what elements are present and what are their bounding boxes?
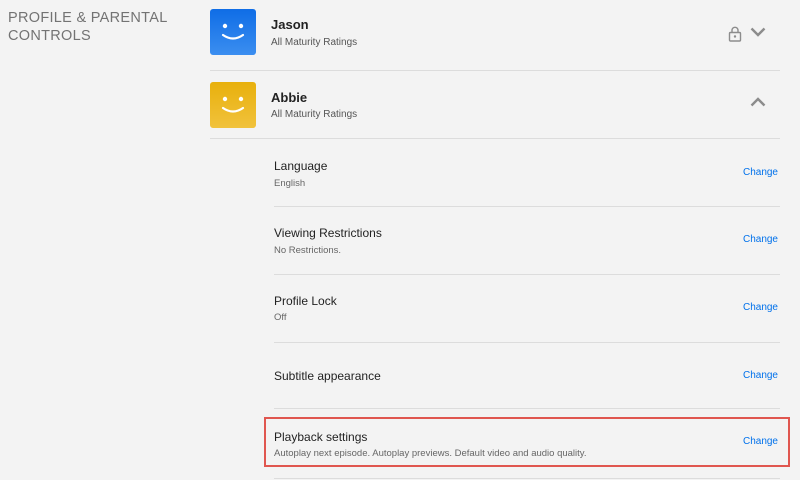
profile-name: Jason [271, 17, 309, 32]
setting-label: Viewing Restrictions [274, 226, 382, 240]
setting-value: Autoplay next episode. Autoplay previews… [274, 448, 587, 459]
setting-label: Language [274, 159, 328, 173]
change-playback-settings-link[interactable]: Change [743, 436, 778, 447]
section-title: PROFILE & PARENTAL CONTROLS [8, 10, 168, 44]
chevron-down-icon[interactable] [750, 26, 766, 38]
profile-row-abbie[interactable]: Abbie All Maturity Ratings [210, 71, 780, 139]
smiley-face-icon [221, 23, 245, 40]
divider [274, 478, 780, 479]
smiley-face-icon [221, 96, 245, 113]
setting-label: Playback settings [274, 430, 368, 444]
profile-row-jason[interactable]: Jason All Maturity Ratings [210, 0, 780, 71]
setting-row-viewing-restrictions: Viewing Restrictions No Restrictions. Ch… [274, 207, 780, 275]
profiles-panel: Jason All Maturity Ratings Abbie All Mat… [210, 0, 780, 480]
setting-label: Subtitle appearance [274, 369, 381, 383]
change-subtitle-appearance-link[interactable]: Change [743, 370, 778, 381]
avatar [210, 9, 256, 55]
setting-row-playback-settings: Playback settings Autoplay next episode.… [274, 409, 780, 477]
setting-row-profile-lock: Profile Lock Off Change [274, 275, 780, 343]
setting-value: English [274, 178, 306, 189]
change-profile-lock-link[interactable]: Change [743, 302, 778, 313]
setting-value: Off [274, 312, 287, 323]
lock-icon [728, 26, 742, 42]
change-viewing-restrictions-link[interactable]: Change [743, 234, 778, 245]
profile-name: Abbie [271, 90, 308, 105]
profile-maturity: All Maturity Ratings [271, 109, 358, 120]
setting-value: No Restrictions. [274, 245, 342, 256]
chevron-up-icon[interactable] [750, 96, 766, 108]
setting-row-subtitle-appearance: Subtitle appearance Change [274, 343, 780, 409]
setting-row-language: Language English Change [274, 139, 780, 207]
setting-label: Profile Lock [274, 294, 337, 308]
avatar [210, 82, 256, 128]
profile-settings-list: Language English Change Viewing Restrict… [274, 139, 780, 477]
profile-maturity: All Maturity Ratings [271, 37, 358, 48]
change-language-link[interactable]: Change [743, 167, 778, 178]
